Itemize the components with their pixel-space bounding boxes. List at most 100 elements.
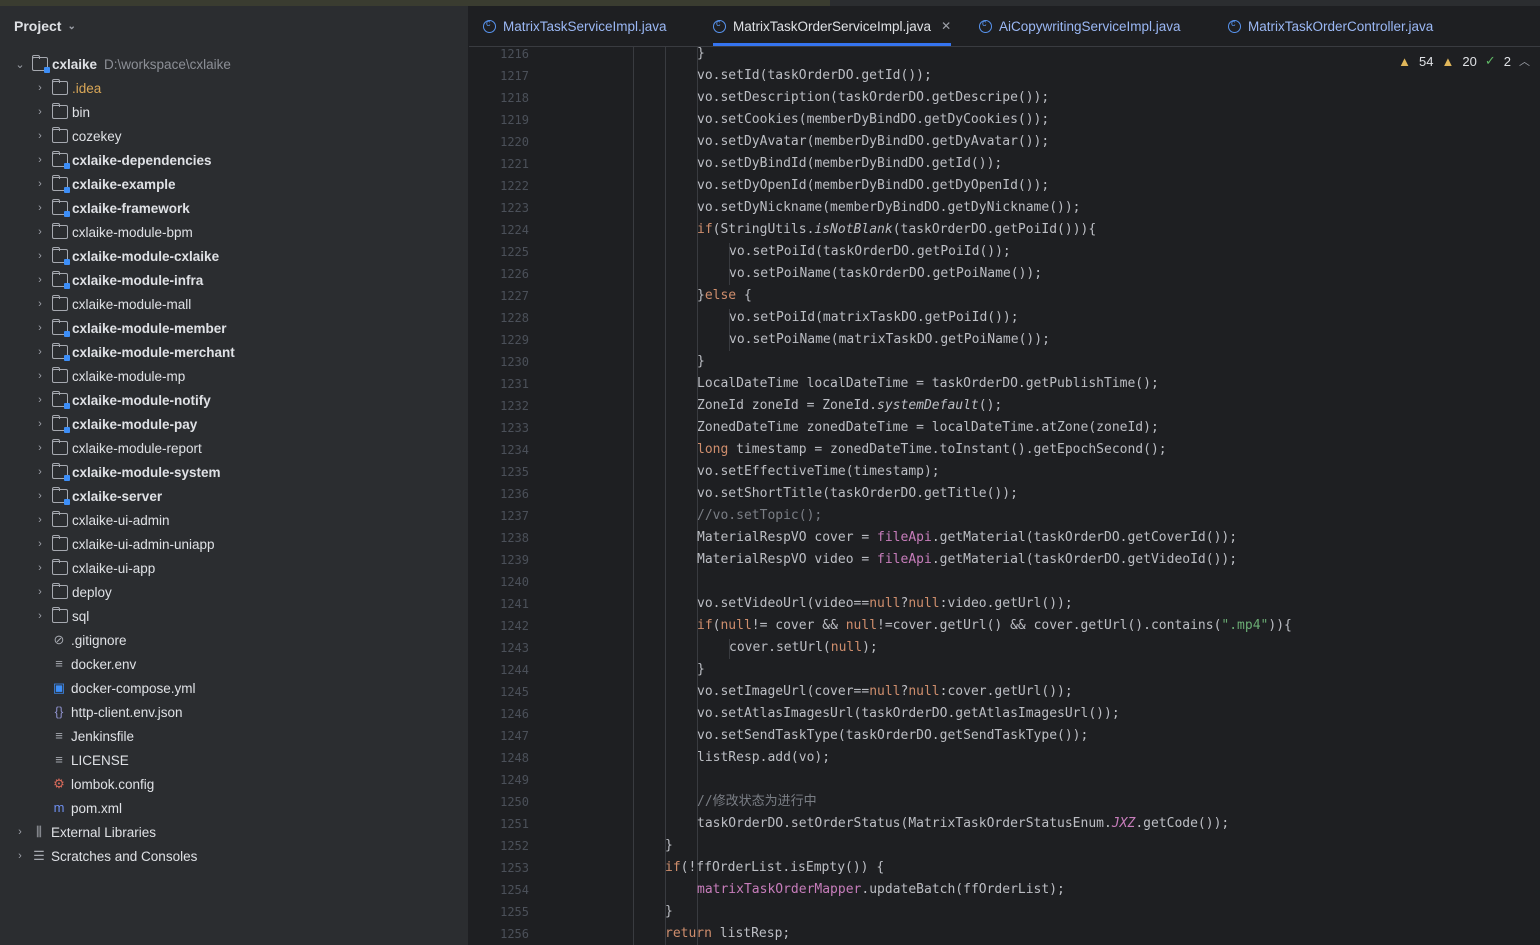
chevron-right-icon[interactable]: › — [34, 202, 46, 214]
tree-item-cxlaike-module-report[interactable]: › cxlaike-module-report — [0, 436, 502, 460]
code-line[interactable]: } — [665, 835, 673, 857]
tab-matrixtaskordercontroller[interactable]: MatrixTaskOrderController.java — [1228, 6, 1433, 46]
chevron-right-icon[interactable]: › — [34, 394, 46, 406]
inspection-widget[interactable]: ▲ 54 ▲ 20 ✓ 2 ︿ — [1398, 53, 1530, 69]
tree-item-docker-compose-yml[interactable]: ▣ docker-compose.yml — [0, 676, 502, 700]
tree-item-license[interactable]: ≡ LICENSE — [0, 748, 502, 772]
project-view-selector[interactable]: Project ⌄ — [14, 18, 76, 34]
tree-item-lombok-config[interactable]: ⚙ lombok.config — [0, 772, 502, 796]
tree-item-bin[interactable]: › bin — [0, 100, 502, 124]
tree-item-cxlaike-module-system[interactable]: › cxlaike-module-system — [0, 460, 502, 484]
code-line[interactable]: vo.setImageUrl(cover==null?null:cover.ge… — [697, 681, 1073, 703]
code-line[interactable]: vo.setDyNickname(memberDyBindDO.getDyNic… — [697, 197, 1081, 219]
chevron-right-icon[interactable]: › — [34, 370, 46, 382]
tree-item-docker-env[interactable]: ≡ docker.env — [0, 652, 502, 676]
code-line[interactable]: listResp.add(vo); — [697, 747, 830, 769]
code-line[interactable]: vo.setPoiName(taskOrderDO.getPoiName()); — [729, 263, 1042, 285]
code-line[interactable]: taskOrderDO.setOrderStatus(MatrixTaskOrd… — [697, 813, 1229, 835]
tree-item-cxlaike-module-mp[interactable]: › cxlaike-module-mp — [0, 364, 502, 388]
chevron-right-icon[interactable]: › — [34, 490, 46, 502]
code-line[interactable]: vo.setCookies(memberDyBindDO.getDyCookie… — [697, 109, 1049, 131]
tree-item-cxlaike-server[interactable]: › cxlaike-server — [0, 484, 502, 508]
tree-item-cxlaike-module-cxlaike[interactable]: › cxlaike-module-cxlaike — [0, 244, 502, 268]
chevron-right-icon[interactable]: › — [34, 538, 46, 550]
chevron-right-icon[interactable]: › — [34, 442, 46, 454]
code-line[interactable]: ZoneId zoneId = ZoneId.systemDefault(); — [697, 395, 1002, 417]
code-line[interactable]: vo.setEffectiveTime(timestamp); — [697, 461, 940, 483]
code-line[interactable]: } — [697, 47, 705, 65]
tab-matrixtaskserviceimpl[interactable]: MatrixTaskServiceImpl.java — [483, 6, 667, 46]
code-line[interactable]: MaterialRespVO video = fileApi.getMateri… — [697, 549, 1237, 571]
tree-item-cxlaike-module-bpm[interactable]: › cxlaike-module-bpm — [0, 220, 502, 244]
chevron-right-icon[interactable]: › — [34, 274, 46, 286]
code-line[interactable]: vo.setDescription(taskOrderDO.getDescrip… — [697, 87, 1049, 109]
code-line[interactable]: vo.setPoiId(taskOrderDO.getPoiId()); — [729, 241, 1011, 263]
code-line[interactable]: vo.setDyBindId(memberDyBindDO.getId()); — [697, 153, 1002, 175]
tree-item-cxlaike-module-notify[interactable]: › cxlaike-module-notify — [0, 388, 502, 412]
chevron-right-icon[interactable]: › — [34, 418, 46, 430]
tree-item-pom-xml[interactable]: m pom.xml — [0, 796, 502, 820]
tree-item-cxlaike-dependencies[interactable]: › cxlaike-dependencies — [0, 148, 502, 172]
tree-item-cxlaike-module-merchant[interactable]: › cxlaike-module-merchant — [0, 340, 502, 364]
tree-item-gitignore[interactable]: ⊘ .gitignore — [0, 628, 502, 652]
chevron-right-icon[interactable]: › — [34, 514, 46, 526]
code-line[interactable]: vo.setPoiName(matrixTaskDO.getPoiName())… — [729, 329, 1050, 351]
tree-item-cozekey[interactable]: › cozekey — [0, 124, 502, 148]
tree-item-external-libraries[interactable]: › ⫼ External Libraries — [0, 820, 482, 844]
chevron-right-icon[interactable]: › — [34, 586, 46, 598]
code-line[interactable]: long timestamp = zonedDateTime.toInstant… — [697, 439, 1167, 461]
chevron-right-icon[interactable]: › — [34, 250, 46, 262]
chevron-right-icon[interactable]: › — [34, 154, 46, 166]
close-icon[interactable]: ✕ — [941, 19, 951, 33]
chevron-right-icon[interactable]: › — [14, 850, 26, 862]
code-line[interactable]: vo.setShortTitle(taskOrderDO.getTitle())… — [697, 483, 1018, 505]
code-line[interactable]: //修改状态为进行中 — [697, 791, 817, 813]
chevron-down-icon[interactable]: ⌄ — [67, 21, 75, 32]
tree-item-http-client-env-json[interactable]: {} http-client.env.json — [0, 700, 502, 724]
code-line[interactable]: matrixTaskOrderMapper.updateBatch(ffOrde… — [697, 879, 1065, 901]
chevron-down-icon[interactable]: ⌄ — [14, 58, 26, 71]
chevron-right-icon[interactable]: › — [34, 322, 46, 334]
tree-root-project[interactable]: ⌄ cxlaike D:\workspace\cxlaike — [0, 52, 482, 76]
code-line[interactable]: vo.setPoiId(matrixTaskDO.getPoiId()); — [729, 307, 1019, 329]
tree-item-idea[interactable]: › .idea — [0, 76, 502, 100]
tree-item-cxlaike-ui-admin-uniapp[interactable]: › cxlaike-ui-admin-uniapp — [0, 532, 502, 556]
chevron-right-icon[interactable]: › — [34, 562, 46, 574]
chevron-right-icon[interactable]: › — [34, 130, 46, 142]
tree-item-cxlaike-module-member[interactable]: › cxlaike-module-member — [0, 316, 502, 340]
code-line[interactable]: if(StringUtils.isNotBlank(taskOrderDO.ge… — [697, 219, 1096, 241]
tree-item-cxlaike-example[interactable]: › cxlaike-example — [0, 172, 502, 196]
code-line[interactable]: } — [665, 901, 673, 923]
code-line[interactable]: return listResp; — [665, 923, 790, 945]
code-line[interactable]: MaterialRespVO cover = fileApi.getMateri… — [697, 527, 1237, 549]
chevron-right-icon[interactable]: › — [34, 610, 46, 622]
code-line[interactable]: vo.setDyAvatar(memberDyBindDO.getDyAvata… — [697, 131, 1049, 153]
code-editor[interactable]: ▲ 54 ▲ 20 ✓ 2 ︿ 1216} 1217 vo.setId(taskOr… — [469, 47, 1540, 945]
tree-item-cxlaike-module-pay[interactable]: › cxlaike-module-pay — [0, 412, 502, 436]
tree-item-deploy[interactable]: › deploy — [0, 580, 502, 604]
chevron-right-icon[interactable]: › — [14, 826, 26, 838]
chevron-right-icon[interactable]: › — [34, 346, 46, 358]
code-line[interactable]: cover.setUrl(null); — [729, 637, 878, 659]
code-line[interactable]: vo.setVideoUrl(video==null?null:video.ge… — [697, 593, 1073, 615]
tree-item-cxlaike-module-infra[interactable]: › cxlaike-module-infra — [0, 268, 502, 292]
tab-matrixtaskorderserviceimpl[interactable]: MatrixTaskOrderServiceImpl.java ✕ — [713, 6, 952, 46]
code-line[interactable]: if(null!= cover && null!=cover.getUrl() … — [697, 615, 1292, 637]
tree-item-cxlaike-ui-app[interactable]: › cxlaike-ui-app — [0, 556, 502, 580]
code-line[interactable]: vo.setId(taskOrderDO.getId()); — [697, 65, 932, 87]
chevron-right-icon[interactable]: › — [34, 106, 46, 118]
code-line[interactable]: }else { — [697, 285, 752, 307]
code-line[interactable]: vo.setSendTaskType(taskOrderDO.getSendTa… — [697, 725, 1088, 747]
tree-item-jenkinsfile[interactable]: ≡ Jenkinsfile — [0, 724, 502, 748]
chevron-right-icon[interactable]: › — [34, 226, 46, 238]
tree-item-cxlaike-framework[interactable]: › cxlaike-framework — [0, 196, 502, 220]
chevron-up-icon[interactable]: ︿ — [1519, 53, 1530, 69]
code-line[interactable]: LocalDateTime localDateTime = taskOrderD… — [697, 373, 1159, 395]
tree-item-sql[interactable]: › sql — [0, 604, 502, 628]
code-line[interactable]: //vo.setTopic(); — [697, 505, 822, 527]
code-line[interactable]: vo.setDyOpenId(memberDyBindDO.getDyOpenI… — [697, 175, 1049, 197]
code-line[interactable]: vo.setAtlasImagesUrl(taskOrderDO.getAtla… — [697, 703, 1120, 725]
chevron-right-icon[interactable]: › — [34, 298, 46, 310]
chevron-right-icon[interactable]: › — [34, 82, 46, 94]
tree-item-cxlaike-module-mall[interactable]: › cxlaike-module-mall — [0, 292, 502, 316]
